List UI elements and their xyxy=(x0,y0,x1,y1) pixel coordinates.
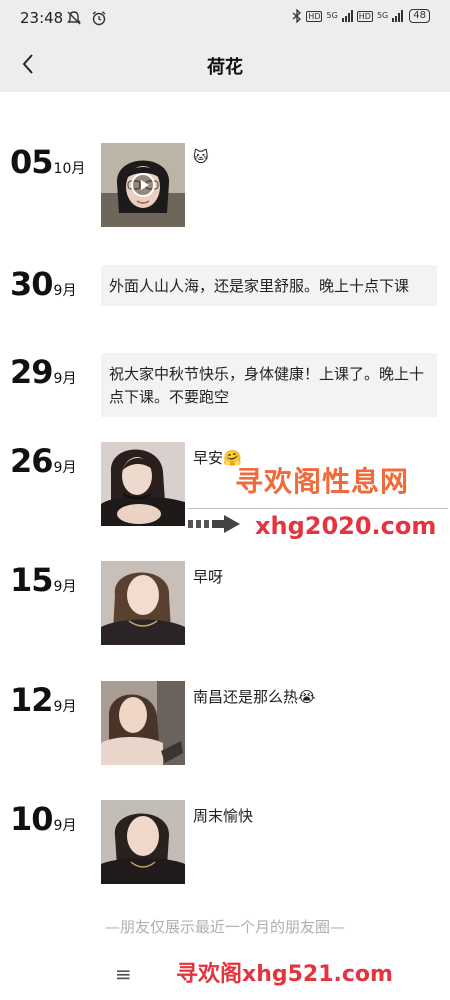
nav-header: 荷花 xyxy=(0,36,450,92)
muted-bell-icon xyxy=(67,10,81,24)
text-post[interactable]: 祝大家中秋节快乐，身体健康！上课了。晚上十点下课。不要跑空 xyxy=(101,353,437,417)
signal-icon-2 xyxy=(392,10,404,22)
status-bar: 23:48 HD 5G HD 5G 48 xyxy=(0,0,450,36)
post-day: 26 xyxy=(10,442,54,480)
portrait-photo xyxy=(101,681,185,765)
battery-level: 48 xyxy=(409,9,430,23)
video-thumbnail[interactable] xyxy=(101,143,185,227)
status-time: 23:48 xyxy=(20,9,64,27)
post-day: 12 xyxy=(10,681,54,719)
post-date: 0510月 xyxy=(10,143,85,181)
post-day: 30 xyxy=(10,265,54,303)
post-date: 159月 xyxy=(10,561,76,599)
watermark-title: 寻欢阁性息网 xyxy=(235,465,410,498)
post-caption: 周末愉快 xyxy=(193,807,254,825)
post-date: 299月 xyxy=(10,353,76,391)
post-date: 109月 xyxy=(10,800,76,838)
post-month: 9月 xyxy=(53,283,77,299)
post-month: 9月 xyxy=(53,371,77,387)
post-month: 9月 xyxy=(53,818,77,834)
portrait-photo xyxy=(101,442,185,526)
post-month: 9月 xyxy=(53,699,77,715)
post-month: 9月 xyxy=(53,460,77,476)
post-day: 05 xyxy=(10,143,54,181)
alarm-icon xyxy=(92,10,106,25)
post-caption: 南昌还是那么热😭 xyxy=(193,688,316,706)
post-day: 29 xyxy=(10,353,54,391)
post-date: 309月 xyxy=(10,265,76,303)
post-month: 9月 xyxy=(53,579,77,595)
watermark-divider xyxy=(188,508,448,509)
moments-screen: 23:48 HD 5G HD 5G 48 荷花 0510月 🐱 309月 外面人… xyxy=(0,0,450,1000)
footer-note: —朋友仅展示最近一个月的朋友圈— xyxy=(104,918,345,936)
watermark-bottom: 寻欢阁xhg521.com xyxy=(176,962,393,987)
arrow-right-icon xyxy=(188,515,240,533)
portrait-photo xyxy=(101,800,185,884)
post-date: 269月 xyxy=(10,442,76,480)
post-month: 10月 xyxy=(53,161,86,177)
photo-thumbnail[interactable] xyxy=(101,681,185,765)
menu-icon[interactable]: ≡ xyxy=(115,962,132,986)
portrait-photo xyxy=(101,561,185,645)
photo-thumbnail[interactable] xyxy=(101,800,185,884)
hd-badge-1: HD xyxy=(306,10,323,22)
hd-badge-2: HD xyxy=(356,10,373,22)
text-post[interactable]: 外面人山人海，还是家里舒服。晚上十点下课 xyxy=(101,265,437,306)
watermark-url: xhg2020.com xyxy=(255,512,437,540)
post-day: 10 xyxy=(10,800,54,838)
photo-thumbnail[interactable] xyxy=(101,561,185,645)
net-gen-2: 5G xyxy=(376,11,389,20)
bluetooth-icon xyxy=(292,9,302,23)
signal-icon-1 xyxy=(341,10,353,22)
post-day: 15 xyxy=(10,561,54,599)
post-caption: 早呀 xyxy=(193,568,224,586)
play-icon xyxy=(131,173,155,197)
page-title: 荷花 xyxy=(207,57,243,78)
photo-thumbnail[interactable] xyxy=(101,442,185,526)
status-left-icons xyxy=(66,8,107,26)
post-caption: 🐱 xyxy=(193,148,209,166)
status-right: HD 5G HD 5G 48 xyxy=(292,9,430,23)
post-date: 129月 xyxy=(10,681,76,719)
net-gen-1: 5G xyxy=(326,11,338,20)
